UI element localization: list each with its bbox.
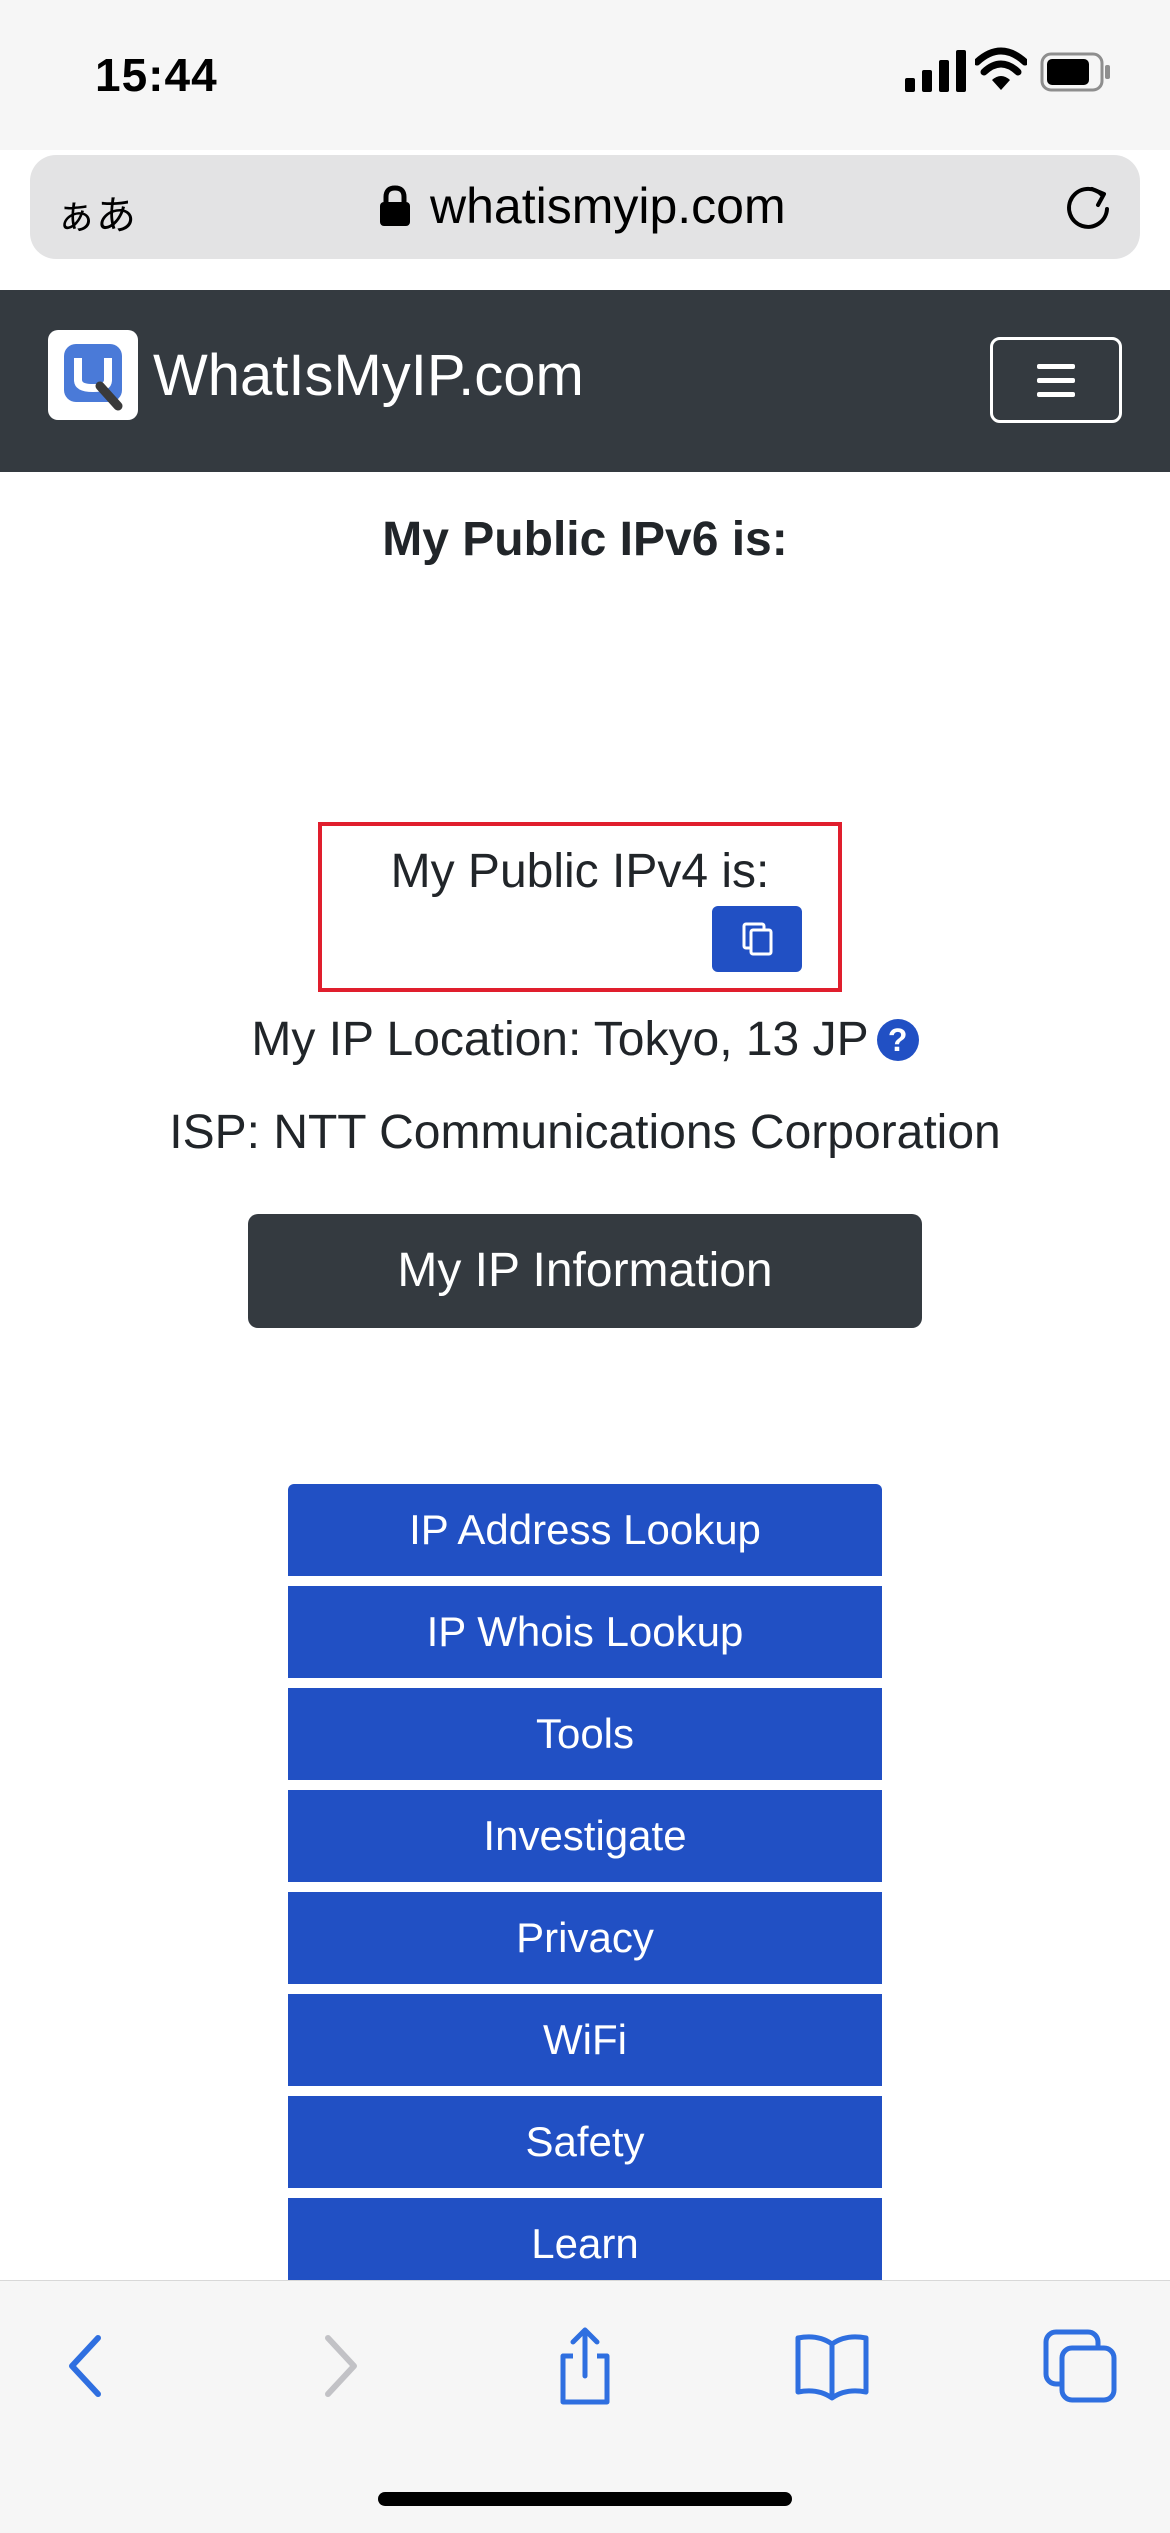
battery-icon (1040, 52, 1110, 92)
ipv4-heading: My Public IPv4 is: (390, 845, 770, 898)
status-time: 15:44 (95, 49, 218, 101)
help-icon[interactable]: ? (876, 1019, 919, 1061)
my-ip-information-button[interactable]: My IP Information (248, 1214, 922, 1328)
wifi-icon (975, 47, 1027, 90)
site-brand[interactable]: WhatIsMyIP.com (153, 342, 584, 409)
bookmarks-icon[interactable] (792, 2326, 872, 2406)
lock-icon (380, 185, 410, 226)
address-bar[interactable]: ぁあ whatismyip.com (30, 155, 1140, 259)
tools-menu: IP Address Lookup IP Whois Lookup Tools … (288, 1484, 882, 2300)
reload-icon[interactable] (1062, 181, 1114, 233)
ip-location: My IP Location: Tokyo, 13 JP? (0, 1012, 1170, 1067)
site-navbar: WhatIsMyIP.com (0, 290, 1170, 472)
site-logo-icon (64, 344, 123, 411)
menu-item-tools[interactable]: Tools (288, 1688, 882, 1780)
menu-item-wifi[interactable]: WiFi (288, 1994, 882, 2086)
site-logo[interactable] (48, 330, 138, 420)
hamburger-icon (1037, 364, 1075, 369)
copy-icon (742, 922, 773, 956)
ipv4-highlight-box: My Public IPv4 is: (318, 822, 842, 992)
status-bar: 15:44 ぁあ whatismyip.com (0, 0, 1170, 259)
reader-options-button[interactable]: ぁあ (56, 183, 136, 241)
menu-item-ip-whois-lookup[interactable]: IP Whois Lookup (288, 1586, 882, 1678)
tabs-icon[interactable] (1040, 2326, 1120, 2406)
menu-item-privacy[interactable]: Privacy (288, 1892, 882, 1984)
isp-text: ISP: NTT Communications Corporation (169, 1106, 1001, 1159)
menu-item-ip-address-lookup[interactable]: IP Address Lookup (288, 1484, 882, 1576)
cellular-signal-icon (905, 50, 966, 92)
ip-location-text: My IP Location: Tokyo, 13 JP (251, 1013, 869, 1066)
menu-item-learn[interactable]: Learn (288, 2198, 882, 2290)
ipv6-heading: My Public IPv6 is: (382, 513, 788, 566)
share-icon[interactable] (545, 2326, 625, 2406)
menu-item-investigate[interactable]: Investigate (288, 1790, 882, 1882)
hamburger-menu-button[interactable] (990, 337, 1122, 423)
back-icon[interactable] (48, 2326, 128, 2406)
forward-icon[interactable] (298, 2326, 378, 2406)
copy-ip-button[interactable] (712, 906, 802, 972)
home-indicator[interactable] (378, 2492, 792, 2506)
menu-item-safety[interactable]: Safety (288, 2096, 882, 2188)
url-text[interactable]: whatismyip.com (430, 177, 786, 235)
